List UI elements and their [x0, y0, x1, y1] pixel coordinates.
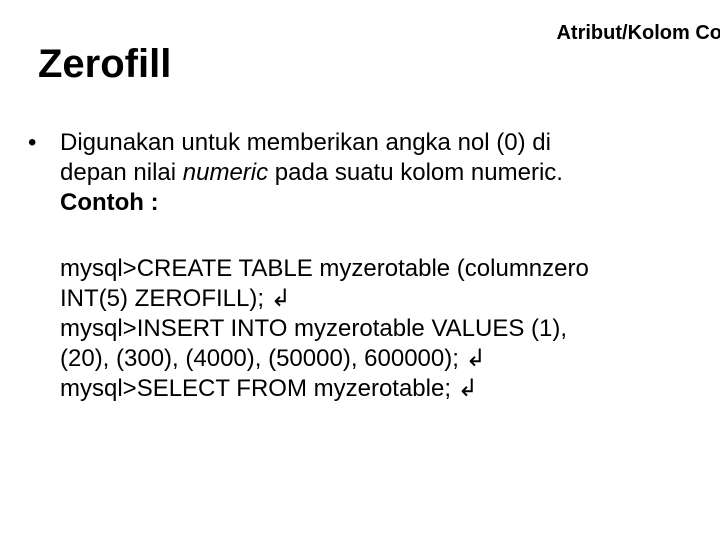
bullet-line-2-italic: numeric — [183, 159, 268, 186]
return-icon: ↲ — [451, 375, 478, 402]
bullet-line-3: Contoh : — [60, 188, 563, 218]
bullet-item: • Digunakan untuk memberikan angka nol (… — [28, 128, 700, 218]
code-line-2-text: INT(5) ZEROFILL); — [60, 285, 264, 312]
code-line-4: (20), (300), (4000), (50000), 600000); ↲ — [60, 344, 700, 374]
bullet-line-2-pre: depan nilai — [60, 159, 183, 186]
bullet-line-2: depan nilai numeric pada suatu kolom num… — [60, 158, 563, 188]
code-line-2: INT(5) ZEROFILL); ↲ — [60, 284, 700, 314]
page-title: Zerofill — [38, 42, 171, 87]
code-line-5-text: mysql>SELECT FROM myzerotable; — [60, 375, 451, 402]
header-top-right: Atribut/Kolom Co — [556, 22, 720, 45]
bullet-line-1: Digunakan untuk memberikan angka nol (0)… — [60, 128, 563, 158]
bullet-marker: • — [28, 128, 60, 158]
content: • Digunakan untuk memberikan angka nol (… — [28, 128, 700, 404]
code-line-5: mysql>SELECT FROM myzerotable; ↲ — [60, 374, 700, 404]
return-icon: ↲ — [264, 285, 291, 312]
code-line-1: mysql>CREATE TABLE myzerotable (columnze… — [60, 254, 700, 284]
bullet-line-2-post: pada suatu kolom numeric. — [268, 159, 563, 186]
code-line-3: mysql>INSERT INTO myzerotable VALUES (1)… — [60, 314, 700, 344]
code-block: mysql>CREATE TABLE myzerotable (columnze… — [60, 254, 700, 404]
code-line-4-text: (20), (300), (4000), (50000), 600000); — [60, 345, 459, 372]
return-icon: ↲ — [459, 345, 486, 372]
bullet-body: Digunakan untuk memberikan angka nol (0)… — [60, 128, 563, 218]
